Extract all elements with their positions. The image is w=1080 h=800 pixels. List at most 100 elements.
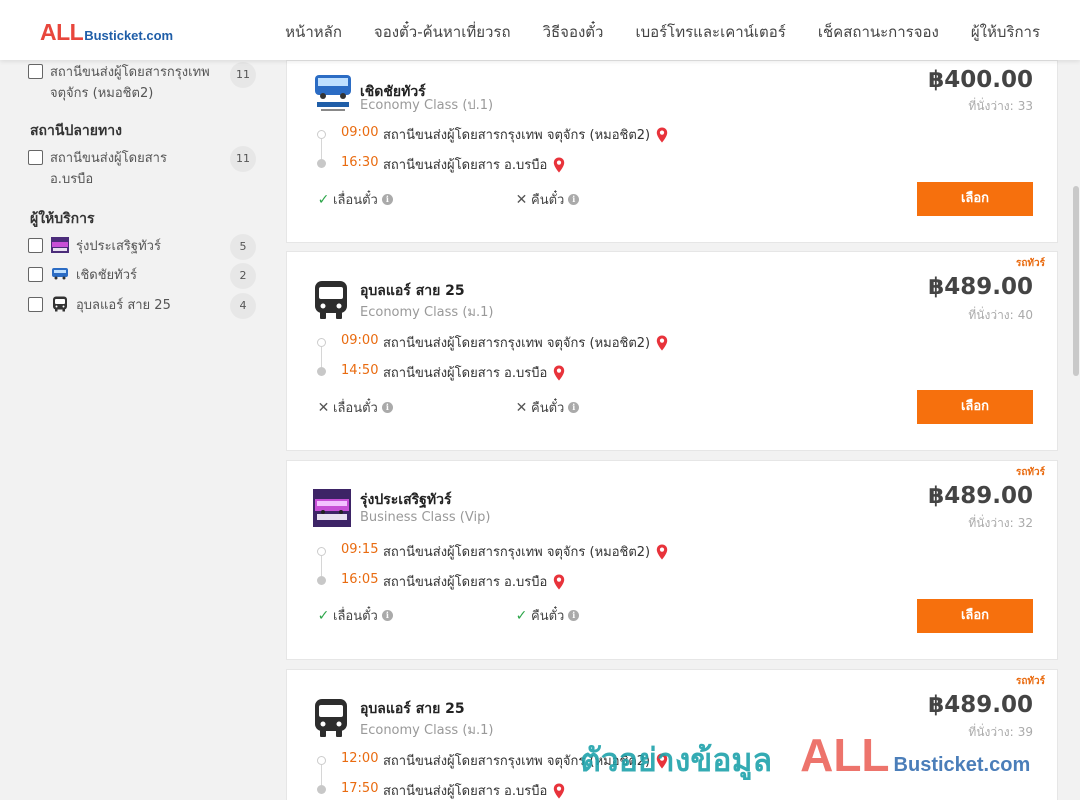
bus-icon xyxy=(315,699,347,737)
operator-name: อุบลแอร์ สาย 25 xyxy=(360,701,465,717)
select-trip-button[interactable]: เลือก xyxy=(917,599,1033,633)
timeline-line xyxy=(321,139,322,159)
check-icon: ✓ xyxy=(317,607,330,624)
bus-type-badge: รถทัวร์ xyxy=(1015,467,1045,478)
operators-section-title: ผู้ให้บริการ xyxy=(30,211,95,227)
map-pin-icon[interactable] xyxy=(553,783,565,799)
arrival-station: สถานีขนส่งผู้โดยสาร อ.บรบือ xyxy=(383,571,565,592)
seats-count: 32 xyxy=(1017,516,1033,530)
filter-departure-station[interactable]: สถานีขนส่งผู้โดยสารกรุงเทพ จตุจักร (หมอช… xyxy=(28,62,256,104)
trip-card: รถทัวร์ รุ่งประเสริฐทัวร์ Business Class… xyxy=(286,460,1058,660)
timeline-line xyxy=(321,556,322,576)
select-trip-button[interactable]: เลือก xyxy=(917,390,1033,424)
nav-home[interactable]: หน้าหลัก xyxy=(285,20,342,44)
filter-operator-ubonair[interactable]: อุบลแอร์ สาย 25 4 xyxy=(28,293,256,319)
timeline-end-dot xyxy=(317,159,326,168)
station-name: สถานีขนส่งผู้โดยสารกรุงเทพ จตุจักร (หมอช… xyxy=(383,754,651,769)
policy-label: คืนตั๋ว xyxy=(531,193,565,208)
timeline-start-dot xyxy=(317,756,326,765)
nav-check-booking[interactable]: เช็คสถานะการจอง xyxy=(818,20,939,44)
ticket-price: ฿489.00 xyxy=(928,274,1033,300)
policy-label: เลื่อนตั๋ว xyxy=(333,609,378,624)
filter-label: อุบลแอร์ สาย 25 xyxy=(76,298,171,313)
info-icon[interactable]: i xyxy=(568,402,580,413)
info-icon[interactable]: i xyxy=(381,402,393,413)
bus-class: Economy Class (ม.1) xyxy=(360,723,494,738)
cherdchai-logo-icon xyxy=(52,268,68,280)
bus-class: Economy Class (ป.1) xyxy=(360,98,494,113)
departure-station: สถานีขนส่งผู้โดยสารกรุงเทพ จตุจักร (หมอช… xyxy=(383,541,668,562)
trip-card: รถทัวร์ อุบลแอร์ สาย 25 Economy Class (ม… xyxy=(286,669,1058,800)
change-ticket-policy: ✓ เลื่อนตั๋ว i xyxy=(317,189,393,210)
arrival-station: สถานีขนส่งผู้โดยสาร อ.บรบือ xyxy=(383,362,565,383)
rungprasert-logo-icon xyxy=(51,237,69,253)
seats-label: ที่นั่งว่าง: xyxy=(968,725,1014,739)
arrival-time: 14:50 xyxy=(341,363,379,378)
seats-count: 39 xyxy=(1017,725,1033,739)
bus-icon xyxy=(53,296,67,312)
info-icon[interactable]: i xyxy=(381,194,393,205)
cross-icon: ✕ xyxy=(317,399,330,416)
page-scrollbar-thumb[interactable] xyxy=(1073,186,1079,376)
arrival-section-title: สถานีปลายทาง xyxy=(30,123,122,139)
check-icon: ✓ xyxy=(515,607,528,624)
timeline-line xyxy=(321,347,322,367)
filter-arrival-station[interactable]: สถานีขนส่งผู้โดยสาร อ.บรบือ 11 xyxy=(28,146,256,190)
checkbox[interactable] xyxy=(28,64,43,79)
map-pin-icon[interactable] xyxy=(656,753,668,769)
info-icon[interactable]: i xyxy=(381,610,393,621)
departure-time: 09:00 xyxy=(341,333,379,348)
info-icon[interactable]: i xyxy=(568,194,580,205)
cross-icon: ✕ xyxy=(515,191,528,208)
main-nav: หน้าหลัก จองตั๋ว-ค้นหาเที่ยวรถ วิธีจองตั… xyxy=(285,20,1040,44)
filter-operator-rungprasert[interactable]: รุ่งประเสริฐทัวร์ 5 xyxy=(28,234,256,260)
map-pin-icon[interactable] xyxy=(553,365,565,381)
filter-count: 11 xyxy=(230,62,256,88)
filter-count: 4 xyxy=(230,293,256,319)
checkbox[interactable] xyxy=(28,297,43,312)
checkbox[interactable] xyxy=(28,267,43,282)
nav-operators[interactable]: ผู้ให้บริการ xyxy=(971,20,1040,44)
filter-count: 5 xyxy=(230,234,256,260)
map-pin-icon[interactable] xyxy=(553,574,565,590)
page-scrollbar-track[interactable] xyxy=(1072,60,1080,800)
departure-time: 12:00 xyxy=(341,751,379,766)
seats-label: ที่นั่งว่าง: xyxy=(968,99,1014,113)
refund-ticket-policy: ✕ คืนตั๋ว i xyxy=(515,189,580,210)
map-pin-icon[interactable] xyxy=(656,335,668,351)
timeline-start-dot xyxy=(317,130,326,139)
filter-count: 2 xyxy=(230,263,256,289)
filter-label: เชิดชัยทัวร์ xyxy=(76,268,138,283)
cross-icon: ✕ xyxy=(515,399,528,416)
available-seats: ที่นั่งว่าง: 40 xyxy=(968,306,1033,325)
map-pin-icon[interactable] xyxy=(656,127,668,143)
station-name: สถานีขนส่งผู้โดยสารกรุงเทพ จตุจักร (หมอช… xyxy=(383,128,651,143)
ticket-price: ฿489.00 xyxy=(928,483,1033,509)
available-seats: ที่นั่งว่าง: 32 xyxy=(968,514,1033,533)
policy-label: เลื่อนตั๋ว xyxy=(333,401,378,416)
checkbox[interactable] xyxy=(28,238,43,253)
check-icon: ✓ xyxy=(317,191,330,208)
select-trip-button[interactable]: เลือก xyxy=(917,182,1033,216)
filter-label: สถานีขนส่งผู้โดยสารกรุงเทพ จตุจักร (หมอช… xyxy=(50,65,210,101)
bus-type-badge: รถทัวร์ xyxy=(1015,258,1045,269)
seats-label: ที่นั่งว่าง: xyxy=(968,308,1014,322)
nav-phone-counter[interactable]: เบอร์โทรและเคาน์เตอร์ xyxy=(635,20,785,44)
refund-ticket-policy: ✕ คืนตั๋ว i xyxy=(515,397,580,418)
nav-how-to-book[interactable]: วิธีจองตั๋ว xyxy=(543,20,604,44)
map-pin-icon[interactable] xyxy=(656,544,668,560)
info-icon[interactable]: i xyxy=(568,610,580,621)
seats-label: ที่นั่งว่าง: xyxy=(968,516,1014,530)
top-header: ALL Busticket.com หน้าหลัก จองตั๋ว-ค้นหา… xyxy=(0,0,1080,60)
ticket-price: ฿489.00 xyxy=(928,692,1033,718)
policy-label: เลื่อนตั๋ว xyxy=(333,193,378,208)
filter-operator-cherdchai[interactable]: เชิดชัยทัวร์ 2 xyxy=(28,263,256,289)
policy-label: คืนตั๋ว xyxy=(531,609,565,624)
logo-domain-text: Busticket.com xyxy=(84,28,174,43)
ticket-price: ฿400.00 xyxy=(928,67,1033,93)
arrival-time: 17:50 xyxy=(341,781,379,796)
nav-book-search[interactable]: จองตั๋ว-ค้นหาเที่ยวรถ xyxy=(374,20,511,44)
map-pin-icon[interactable] xyxy=(553,157,565,173)
checkbox[interactable] xyxy=(28,150,43,165)
site-logo[interactable]: ALL Busticket.com xyxy=(40,19,173,46)
